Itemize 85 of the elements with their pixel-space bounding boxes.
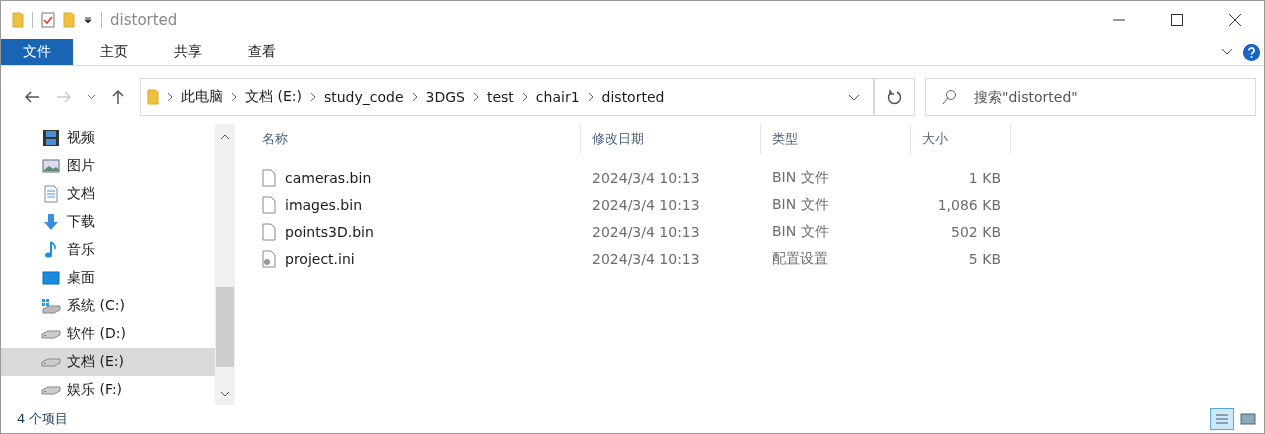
- search-field[interactable]: 搜索"distorted": [925, 78, 1256, 116]
- sidebar-item[interactable]: 软件 (D:): [1, 320, 215, 348]
- chevron-right-icon[interactable]: [587, 92, 594, 102]
- file-icon: [262, 168, 276, 187]
- file-name[interactable]: images.bin: [285, 196, 362, 213]
- table-cell-text: BIN 文件: [771, 168, 830, 187]
- breadcrumb[interactable]: chair1: [535, 89, 580, 105]
- chevron-down-icon[interactable]: [848, 93, 860, 101]
- chevron-right-icon[interactable]: [411, 92, 418, 102]
- chevron-right-icon[interactable]: [309, 92, 316, 102]
- table-cell-text: 2024/3/4 10:13: [591, 169, 701, 186]
- sidebar-item[interactable]: 娱乐 (F:): [1, 376, 215, 404]
- table-cell-text: 502 KB: [950, 223, 1002, 240]
- drive-icon: [41, 357, 61, 367]
- back-arrow-icon[interactable]: [24, 91, 40, 103]
- drive-icon: [41, 329, 61, 339]
- sidebar-item[interactable]: 文档: [1, 180, 215, 208]
- sidebar-item[interactable]: 系统 (C:): [1, 292, 215, 320]
- ribbon-tab[interactable]: 主页: [81, 39, 147, 65]
- sidebar-item[interactable]: 音乐: [1, 236, 215, 264]
- table-cell-text: 2024/3/4 10:13: [591, 196, 701, 213]
- table-cell-text: 2024/3/4 10:13: [591, 223, 701, 240]
- expand-ribbon-icon[interactable]: [1221, 48, 1233, 56]
- table-cell-text: 2024/3/4 10:13: [591, 250, 701, 267]
- document-icon: [41, 185, 61, 203]
- table-cell-text: 配置设置: [771, 249, 829, 268]
- table-cell-text: 1,086 KB: [936, 196, 1002, 213]
- file-name[interactable]: cameras.bin: [285, 169, 372, 186]
- sidebar-item[interactable]: 图片: [1, 152, 215, 180]
- scroll-up-icon[interactable]: [220, 134, 230, 140]
- sidebar-item[interactable]: 文档 (E:): [1, 348, 215, 376]
- large-icons-view-icon: [1240, 413, 1256, 425]
- scroll-down-icon[interactable]: [220, 391, 230, 397]
- maximize-icon[interactable]: [1171, 14, 1183, 26]
- refresh-icon[interactable]: [886, 89, 903, 105]
- close-icon[interactable]: [1229, 14, 1241, 26]
- column-header[interactable]: 修改日期: [581, 124, 761, 154]
- folder-icon: [147, 89, 159, 105]
- details-view-icon: [1215, 412, 1229, 426]
- recent-chevron-icon[interactable]: [86, 94, 96, 100]
- breadcrumb[interactable]: distorted: [601, 89, 665, 105]
- search-icon: [941, 89, 957, 105]
- help-icon[interactable]: [1243, 43, 1260, 61]
- system-drive-icon: [41, 298, 61, 314]
- ribbon-tab[interactable]: 共享: [155, 39, 221, 65]
- column-header[interactable]: 名称: [251, 124, 581, 154]
- table-cell-text: BIN 文件: [771, 222, 830, 241]
- file-name[interactable]: project.ini: [285, 250, 355, 267]
- chevron-right-icon[interactable]: [521, 92, 528, 102]
- scrollbar[interactable]: [215, 124, 235, 405]
- settings-file-icon: [262, 249, 276, 268]
- film-icon: [41, 129, 61, 147]
- desktop-icon: [41, 271, 61, 285]
- picture-icon: [41, 158, 61, 174]
- dropdown-icon[interactable]: [83, 15, 93, 25]
- new-folder-icon: [63, 12, 75, 28]
- chevron-right-icon[interactable]: [472, 92, 479, 102]
- chevron-right-icon[interactable]: [167, 92, 173, 102]
- file-icon: [262, 195, 276, 214]
- breadcrumb[interactable]: 3DGS: [425, 89, 465, 105]
- breadcrumb[interactable]: study_code: [323, 89, 404, 105]
- breadcrumb[interactable]: 文档 (E:): [245, 88, 302, 106]
- item-count: 4 个项目: [17, 410, 69, 428]
- sidebar-item[interactable]: 桌面: [1, 264, 215, 292]
- sidebar-item[interactable]: 下载: [1, 208, 215, 236]
- table-cell-text: 5 KB: [967, 250, 1002, 267]
- up-arrow-icon[interactable]: [112, 89, 124, 105]
- drive-icon: [41, 385, 61, 395]
- window-title: distorted: [110, 11, 178, 29]
- table-cell-text: BIN 文件: [771, 195, 830, 214]
- folder-icon: [12, 12, 24, 28]
- column-header[interactable]: 大小: [911, 124, 1011, 154]
- file-name[interactable]: points3D.bin: [285, 223, 374, 240]
- properties-icon[interactable]: [41, 12, 55, 28]
- column-header[interactable]: 类型: [761, 124, 911, 154]
- breadcrumb[interactable]: 此电脑: [181, 88, 223, 106]
- file-icon: [262, 222, 276, 241]
- ribbon-tab[interactable]: 查看: [229, 39, 295, 65]
- table-cell-text: 1 KB: [967, 169, 1002, 186]
- address-bar[interactable]: 此电脑 文档 (E:) study_code 3DGS test chair1 distorted: [140, 78, 875, 116]
- down-arrow-icon: [41, 213, 61, 231]
- breadcrumb[interactable]: test: [486, 89, 514, 105]
- ribbon-tab[interactable]: 文件: [1, 39, 73, 65]
- chevron-right-icon[interactable]: [231, 92, 237, 102]
- sidebar-item[interactable]: 视频: [1, 124, 215, 152]
